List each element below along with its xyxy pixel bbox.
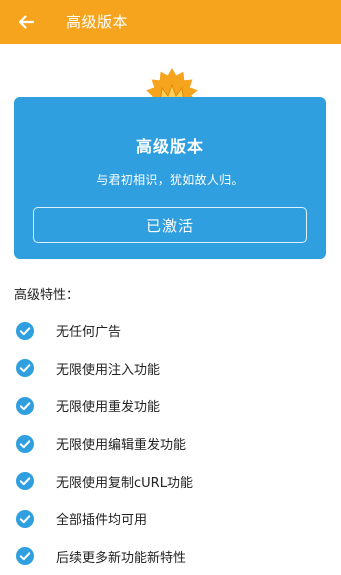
check-circle-icon (16, 434, 34, 453)
feature-label: 全部插件均可用 (56, 513, 148, 529)
check-circle-icon (16, 321, 34, 340)
check-circle-icon (16, 547, 34, 566)
feature-label: 无限使用重发功能 (56, 400, 161, 416)
feature-label: 无任何广告 (56, 325, 122, 341)
features-heading: 高级特性： (14, 288, 80, 303)
activated-button[interactable]: 已激活 (33, 207, 307, 243)
feature-item: 全部插件均可用 (0, 500, 341, 538)
card-subtitle: 与君初相识，犹如故人归。 (96, 173, 244, 187)
app-bar: 高级版本 (0, 0, 341, 44)
back-button[interactable] (12, 8, 40, 36)
premium-card: 高级版本 与君初相识，犹如故人归。 已激活 (14, 97, 326, 259)
card-title: 高级版本 (135, 137, 204, 156)
feature-item: 无限使用编辑重发功能 (0, 425, 341, 463)
page-title: 高级版本 (66, 13, 129, 31)
feature-item: 无限使用注入功能 (0, 350, 341, 388)
feature-label: 无限使用编辑重发功能 (56, 438, 187, 454)
feature-item: 无限使用复制cURL功能 (0, 462, 341, 500)
feature-item: 无限使用重发功能 (0, 387, 341, 425)
check-circle-icon (16, 396, 34, 415)
check-circle-icon (16, 472, 34, 491)
feature-label: 无限使用复制cURL功能 (56, 475, 193, 491)
check-circle-icon (16, 359, 34, 378)
feature-label: 后续更多新功能新特性 (56, 550, 187, 566)
feature-item: 后续更多新功能新特性 (0, 538, 341, 575)
feature-list: 无任何广告 无限使用注入功能 无限使用重发功能 无限使用编辑重发功能 无限使用复… (0, 312, 341, 575)
arrow-left-icon (18, 15, 35, 29)
feature-item: 无任何广告 (0, 312, 341, 350)
feature-label: 无限使用注入功能 (56, 362, 161, 378)
check-circle-icon (16, 509, 34, 528)
